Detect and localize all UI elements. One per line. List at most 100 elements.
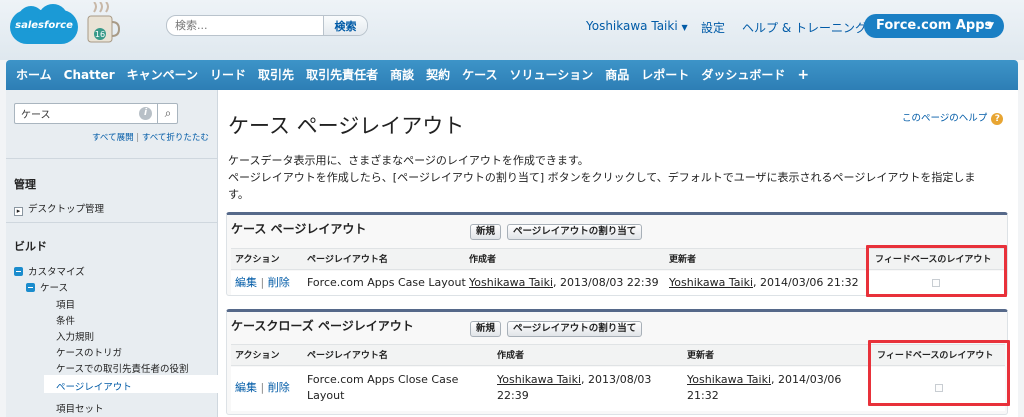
created-by: Yoshikawa Taiki, 2013/08/03 22:39 bbox=[469, 275, 659, 291]
tab-leads[interactable]: リード bbox=[204, 60, 252, 90]
tab-solutions[interactable]: ソリューション bbox=[504, 60, 600, 90]
sidebar-item-fields[interactable]: 項目 bbox=[56, 297, 75, 311]
row-actions: 編集 | 削除 bbox=[235, 380, 290, 396]
sidebar-item-desktop-admin[interactable]: ▸ デスクトップ管理 bbox=[14, 201, 104, 216]
tab-bar: ホーム Chatter キャンペーン リード 取引先 取引先責任者 商談 契約 ケース ソリューシ… bbox=[6, 60, 1018, 90]
page-title: ケース ページレイアウト bbox=[228, 114, 465, 138]
modified-by-user-link[interactable]: Yoshikawa Taiki bbox=[687, 373, 771, 386]
tab-contracts[interactable]: 契約 bbox=[420, 60, 456, 90]
global-header: salesforce 16 検索 Yoshikawa Taiki ▼ 設定 ヘル… bbox=[0, 0, 1024, 60]
highlight-box bbox=[866, 245, 1007, 297]
edit-link[interactable]: 編集 bbox=[235, 381, 257, 394]
expand-icon: ▸ bbox=[14, 207, 23, 216]
quick-find: i ⌕ bbox=[14, 103, 178, 124]
sidebar-item-validation-rules[interactable]: 入力規則 bbox=[56, 329, 94, 343]
delete-link[interactable]: 削除 bbox=[268, 381, 290, 394]
row-actions: 編集 | 削除 bbox=[235, 275, 290, 291]
col-layout-name: ページレイアウト名 bbox=[307, 351, 388, 361]
tab-reports[interactable]: レポート bbox=[635, 60, 695, 90]
tab-dashboards[interactable]: ダッシュボード bbox=[695, 60, 791, 90]
tab-campaigns[interactable]: キャンペーン bbox=[121, 60, 204, 90]
collapse-all-link[interactable]: すべて折りたたむ bbox=[142, 133, 209, 143]
svg-text:16: 16 bbox=[95, 30, 105, 39]
tab-contacts[interactable]: 取引先責任者 bbox=[300, 60, 384, 90]
setup-sidebar: i ⌕ すべて展開 | すべて折りたたむ 管理 ▸デスクトップ管理 ビルド カス… bbox=[6, 90, 218, 417]
col-modified-by: 更新者 bbox=[669, 255, 697, 265]
new-layout-button[interactable]: 新規 bbox=[470, 224, 502, 240]
modified-by: Yoshikawa Taiki, 2014/03/06 21:32 bbox=[687, 372, 841, 404]
new-layout-button[interactable]: 新規 bbox=[470, 321, 502, 337]
quick-find-input[interactable] bbox=[15, 104, 135, 123]
global-search-input[interactable] bbox=[167, 16, 325, 35]
col-created-by: 作成者 bbox=[497, 351, 525, 361]
created-date: , 2013/08/03 bbox=[581, 373, 652, 386]
user-menu-arrow-icon: ▼ bbox=[681, 23, 688, 32]
global-search-button[interactable]: 検索 bbox=[323, 16, 367, 35]
created-by-user-link[interactable]: Yoshikawa Taiki bbox=[497, 373, 581, 386]
modified-by-user-link[interactable]: Yoshikawa Taiki bbox=[669, 276, 753, 289]
tab-opportunities[interactable]: 商談 bbox=[384, 60, 420, 90]
user-menu[interactable]: Yoshikawa Taiki ▼ bbox=[586, 19, 688, 33]
page-help-link[interactable]: このページのヘルプ? bbox=[902, 110, 1004, 125]
created-by: Yoshikawa Taiki, 2013/08/03 22:39 bbox=[497, 372, 651, 404]
user-name: Yoshikawa Taiki bbox=[586, 19, 678, 33]
panel-title: ケースクローズ ページレイアウト bbox=[231, 319, 414, 333]
tab-products[interactable]: 商品 bbox=[599, 60, 635, 90]
tab-chatter[interactable]: Chatter bbox=[58, 60, 121, 90]
description-line-1: ケースデータ表示用に、さまざまなページのレイアウトを作成できます。 bbox=[228, 154, 589, 167]
tab-home[interactable]: ホーム bbox=[10, 60, 58, 90]
panel-title: ケース ページレイアウト bbox=[231, 222, 367, 236]
created-date: , 2013/08/03 22:39 bbox=[553, 276, 659, 289]
sidebar-item-case[interactable]: ケース bbox=[26, 280, 68, 294]
sidebar-item-criteria[interactable]: 条件 bbox=[56, 313, 75, 327]
action-separator: | bbox=[260, 381, 265, 394]
expand-all-link[interactable]: すべて展開 bbox=[92, 133, 134, 143]
action-separator: | bbox=[260, 276, 265, 289]
global-search: 検索 bbox=[166, 15, 368, 36]
layout-name[interactable]: Force.com Apps Case Layout bbox=[307, 275, 466, 291]
col-layout-name: ページレイアウト名 bbox=[307, 255, 388, 265]
help-training-link[interactable]: ヘルプ & トレーニング bbox=[742, 19, 867, 36]
assign-layout-button[interactable]: ページレイアウトの割り当て bbox=[507, 224, 643, 240]
tab-accounts[interactable]: 取引先 bbox=[252, 60, 300, 90]
admin-heading: 管理 bbox=[14, 178, 36, 191]
delete-link[interactable]: 削除 bbox=[268, 276, 290, 289]
info-icon[interactable]: i bbox=[139, 107, 152, 120]
collapse-icon bbox=[26, 283, 35, 292]
created-time: 22:39 bbox=[497, 389, 529, 402]
assign-layout-button[interactable]: ページレイアウトの割り当て bbox=[507, 321, 643, 337]
build-heading: ビルド bbox=[14, 240, 47, 253]
sidebar-item-page-layouts[interactable]: ページレイアウト bbox=[56, 379, 132, 393]
col-action: アクション bbox=[235, 351, 280, 361]
app-menu-arrow-icon: ▼ bbox=[987, 21, 994, 31]
sidebar-item-contact-roles[interactable]: ケースでの取引先責任者の役割 bbox=[56, 361, 189, 375]
setup-link[interactable]: 設定 bbox=[701, 19, 725, 36]
main-content: ケース ページレイアウト このページのヘルプ? ケースデータ表示用に、さまざまな… bbox=[218, 90, 1018, 417]
modified-date: , 2014/03/06 bbox=[771, 373, 842, 386]
divider bbox=[6, 158, 218, 159]
add-tab-plus-icon[interactable]: + bbox=[791, 60, 815, 90]
sidebar-item-field-sets[interactable]: 項目セット bbox=[56, 401, 104, 415]
salesforce-logo[interactable]: salesforce bbox=[10, 4, 78, 48]
tab-cases[interactable]: ケース bbox=[456, 60, 503, 90]
app-menu-button[interactable]: Force.com Apps ▼ bbox=[864, 14, 1004, 38]
description-line-2: ページレイアウトを作成したら、[ページレイアウトの割り当て] ボタンをクリックし… bbox=[228, 171, 976, 184]
modified-date: , 2014/03/06 21:32 bbox=[753, 276, 859, 289]
modified-time: 21:32 bbox=[687, 389, 719, 402]
created-by-user-link[interactable]: Yoshikawa Taiki bbox=[469, 276, 553, 289]
sidebar-item-triggers[interactable]: ケースのトリガ bbox=[56, 345, 122, 359]
search-icon[interactable]: ⌕ bbox=[157, 104, 178, 123]
description-line-3: す。 bbox=[228, 188, 249, 201]
link-separator: | bbox=[136, 133, 140, 143]
collapse-icon bbox=[14, 267, 23, 276]
layout-name[interactable]: Force.com Apps Close Case Layout bbox=[307, 372, 458, 404]
sidebar-item-customize[interactable]: カスタマイズ bbox=[14, 264, 85, 278]
highlight-box bbox=[868, 340, 1010, 406]
expand-collapse-links: すべて展開 | すべて折りたたむ bbox=[92, 131, 209, 143]
edit-link[interactable]: 編集 bbox=[235, 276, 257, 289]
modified-by: Yoshikawa Taiki, 2014/03/06 21:32 bbox=[669, 275, 859, 291]
col-created-by: 作成者 bbox=[469, 255, 497, 265]
anniversary-mug-icon: 16 bbox=[87, 2, 120, 43]
col-action: アクション bbox=[235, 255, 280, 265]
col-modified-by: 更新者 bbox=[687, 351, 715, 361]
